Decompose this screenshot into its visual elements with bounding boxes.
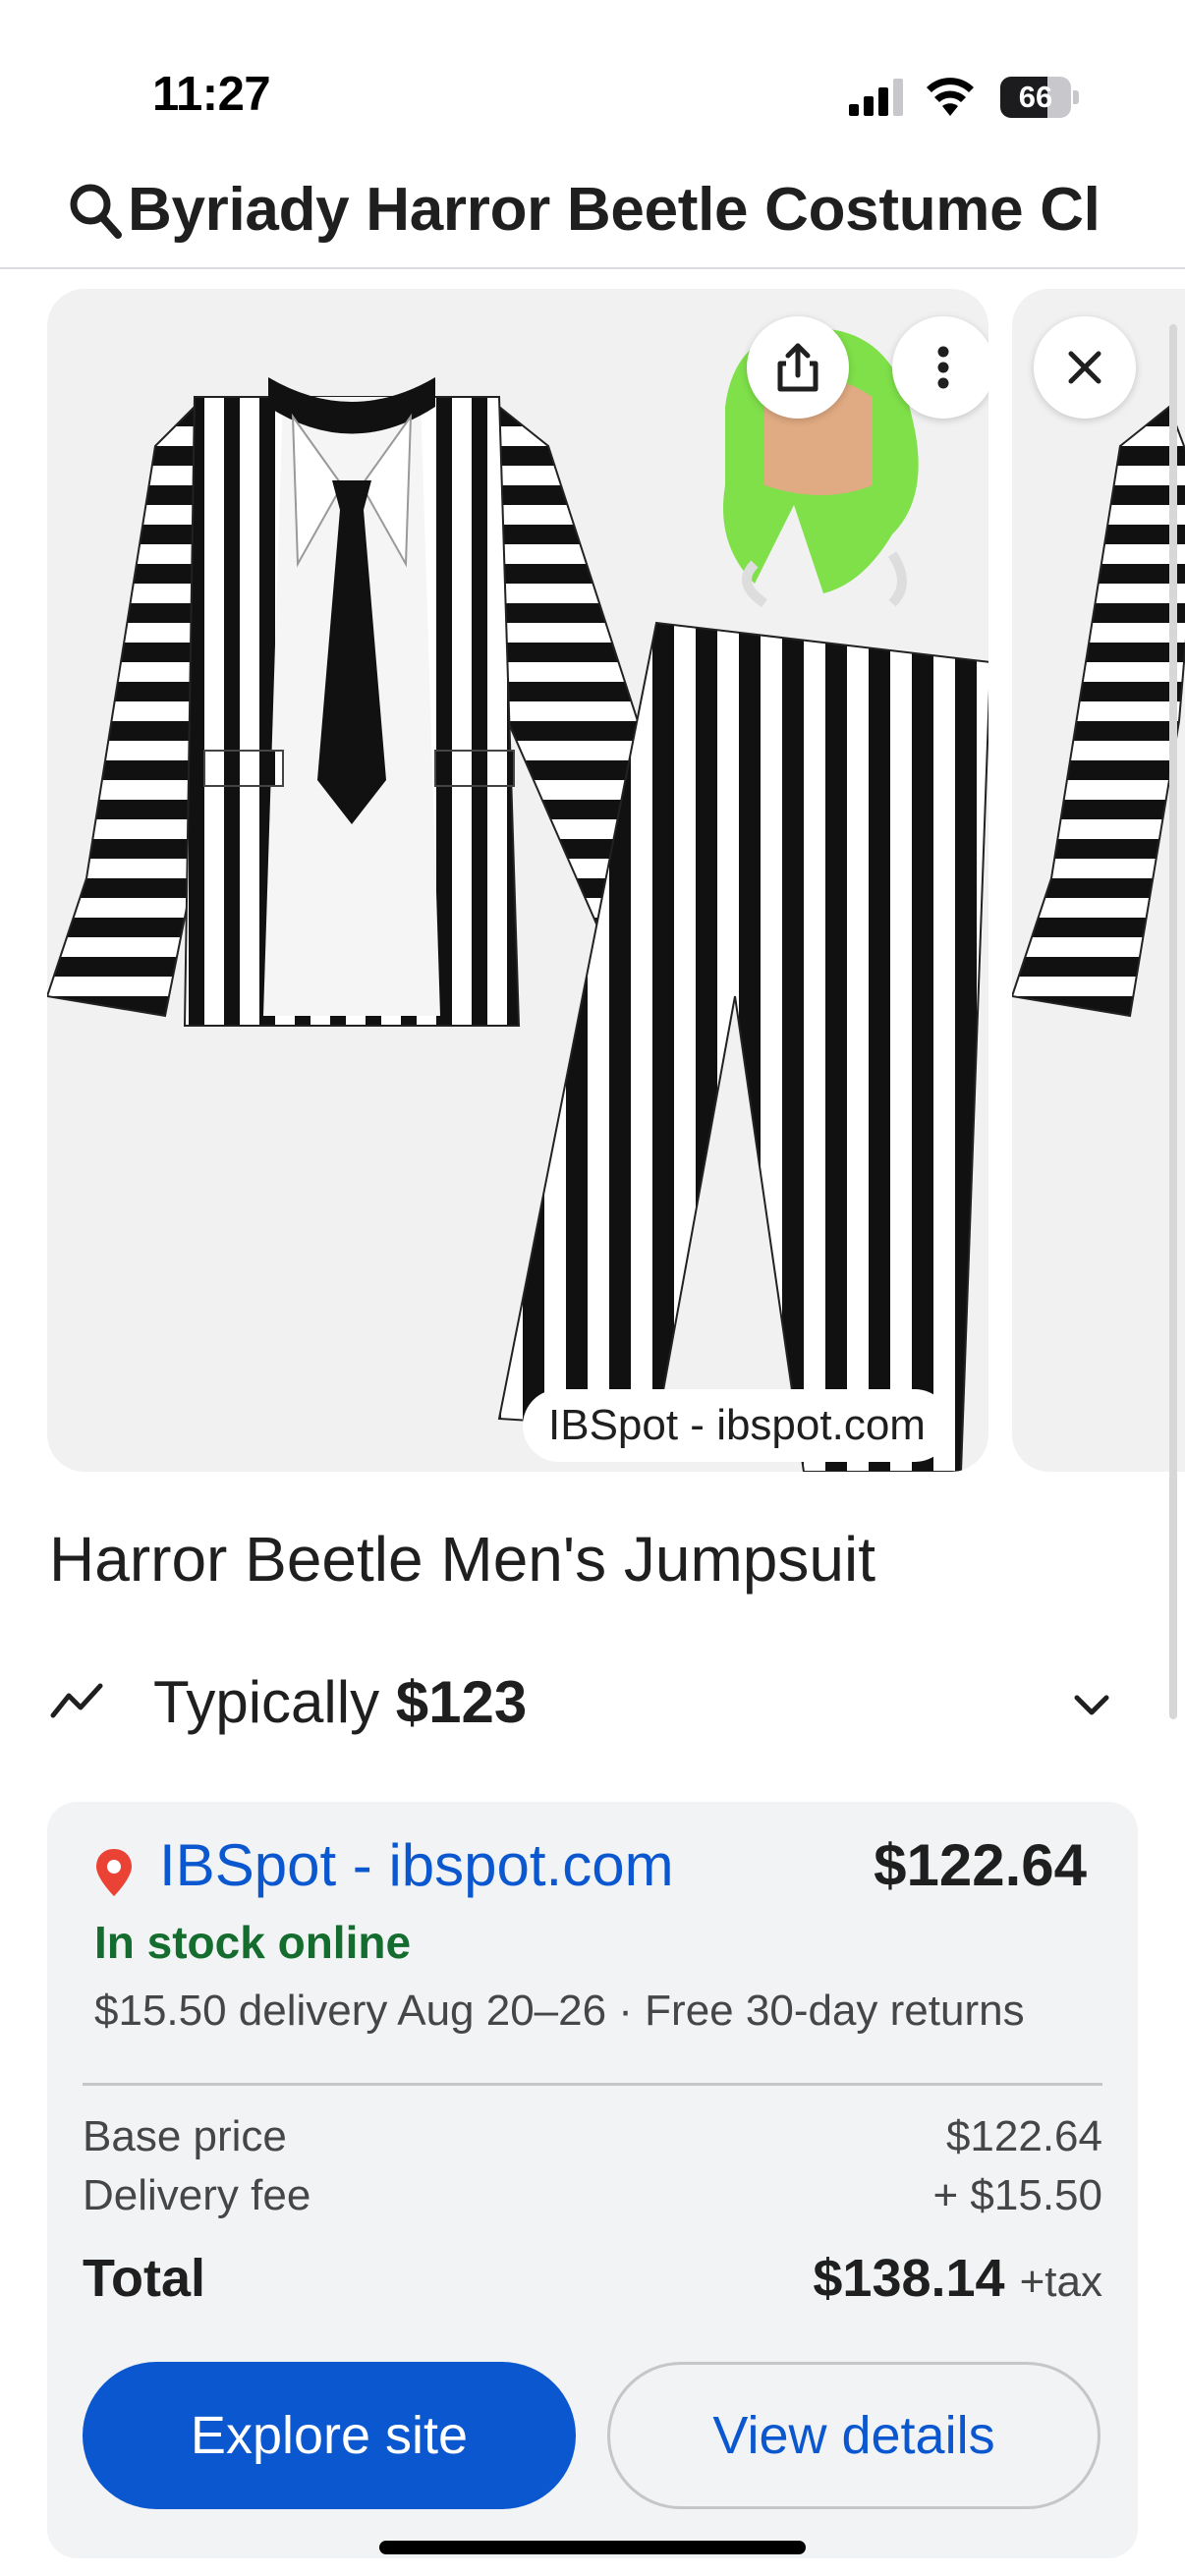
image-source-chip[interactable]: IBSpot - ibspot.com — [523, 1389, 951, 1462]
product-image-card[interactable]: IBSpot - ibspot.com — [47, 289, 988, 1472]
tax-label: +tax — [1019, 2258, 1102, 2306]
more-vert-icon[interactable] — [892, 316, 988, 419]
total-label: Total — [83, 2249, 205, 2308]
typical-price-value: $123 — [395, 1669, 528, 1735]
total-amount: $138.14 — [813, 2249, 1005, 2308]
base-price-label: Base price — [83, 2112, 287, 2160]
typical-price-label: Typically — [153, 1669, 380, 1735]
view-details-button[interactable]: View details — [607, 2362, 1100, 2509]
offer-price: $122.64 — [874, 1832, 1087, 1898]
next-image-card[interactable] — [1012, 289, 1185, 1472]
stock-status: In stock online — [94, 1917, 412, 1968]
home-indicator[interactable] — [379, 2541, 806, 2554]
battery-icon: 66 — [1000, 77, 1079, 118]
typical-price-row[interactable]: Typically $123 — [0, 1660, 1185, 1749]
chevron-down-icon[interactable] — [1069, 1682, 1114, 1727]
wifi-icon — [927, 78, 974, 116]
battery-percent: 66 — [1018, 80, 1053, 114]
product-image — [47, 328, 988, 1472]
merchant-link[interactable]: IBSpot - ibspot.com — [159, 1831, 674, 1899]
status-bar: 11:27 66 — [0, 0, 1185, 147]
total-value: $138.14 +tax — [813, 2248, 1102, 2309]
close-icon[interactable] — [1034, 316, 1136, 419]
delivery-fee-value: + $15.50 — [932, 2171, 1103, 2219]
status-time: 11:27 — [152, 68, 271, 121]
share-icon[interactable] — [747, 316, 849, 419]
delivery-fee-label: Delivery fee — [83, 2171, 311, 2219]
price-trend-icon — [50, 1683, 103, 1718]
explore-site-button[interactable]: Explore site — [83, 2362, 576, 2509]
close-button[interactable] — [1034, 316, 1136, 419]
merchant-offer-card[interactable]: IBSpot - ibspot.com $122.64 In stock onl… — [47, 1802, 1138, 2558]
search-icon[interactable] — [69, 181, 122, 240]
search-bar[interactable]: Byriady Harror Beetle Costume Cl — [0, 155, 1185, 269]
cellular-signal-icon — [849, 79, 903, 116]
search-query[interactable]: Byriady Harror Beetle Costume Cl — [128, 175, 1100, 245]
product-title: Harror Beetle Men's Jumpsuit — [49, 1524, 875, 1595]
share-button[interactable] — [747, 316, 849, 419]
scrollbar[interactable] — [1169, 324, 1177, 1719]
base-price-value: $122.64 — [945, 2112, 1102, 2160]
image-carousel[interactable]: IBSpot - ibspot.com — [0, 285, 1185, 1474]
more-options-button[interactable] — [892, 316, 988, 419]
divider — [83, 2083, 1102, 2086]
delivery-info: $15.50 delivery Aug 20–26 · Free 30-day … — [94, 1987, 1025, 2035]
merchant-pin-icon — [96, 1849, 132, 1896]
next-product-image — [1012, 405, 1185, 1018]
typical-price-text: Typically $123 — [153, 1668, 527, 1736]
